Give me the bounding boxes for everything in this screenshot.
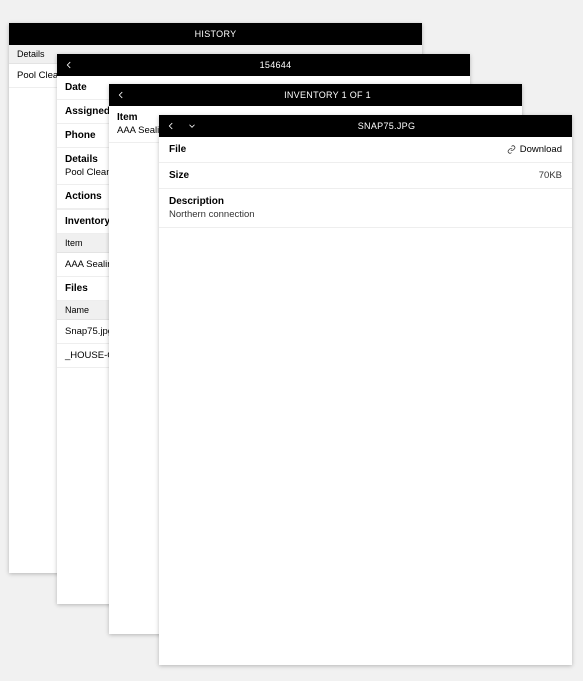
history-header: HISTORY [9, 23, 422, 45]
file-panel: SNAP75.JPG File Download Size 70KB Descr… [159, 115, 572, 665]
description-label: Description [159, 189, 572, 209]
inventory-header: INVENTORY 1 OF 1 [109, 84, 522, 106]
size-row: Size 70KB [159, 163, 572, 189]
back-icon[interactable] [159, 115, 183, 137]
file-label: File [169, 144, 186, 155]
description-block: Description Northern connection [159, 189, 572, 228]
history-title: HISTORY [9, 29, 422, 39]
size-value: 70KB [539, 170, 562, 181]
link-icon [507, 145, 516, 154]
back-icon[interactable] [57, 54, 81, 76]
back-icon[interactable] [109, 84, 133, 106]
file-header: SNAP75.JPG [159, 115, 572, 137]
job-title: 154644 [81, 60, 470, 70]
file-row: File Download [159, 137, 572, 163]
inventory-title: INVENTORY 1 OF 1 [133, 90, 522, 100]
next-icon[interactable] [183, 115, 201, 137]
download-label: Download [520, 144, 562, 155]
file-title: SNAP75.JPG [201, 121, 572, 131]
download-button[interactable]: Download [507, 144, 562, 155]
description-value: Northern connection [159, 209, 572, 227]
job-header: 154644 [57, 54, 470, 76]
file-body [159, 228, 572, 665]
size-label: Size [169, 170, 189, 181]
